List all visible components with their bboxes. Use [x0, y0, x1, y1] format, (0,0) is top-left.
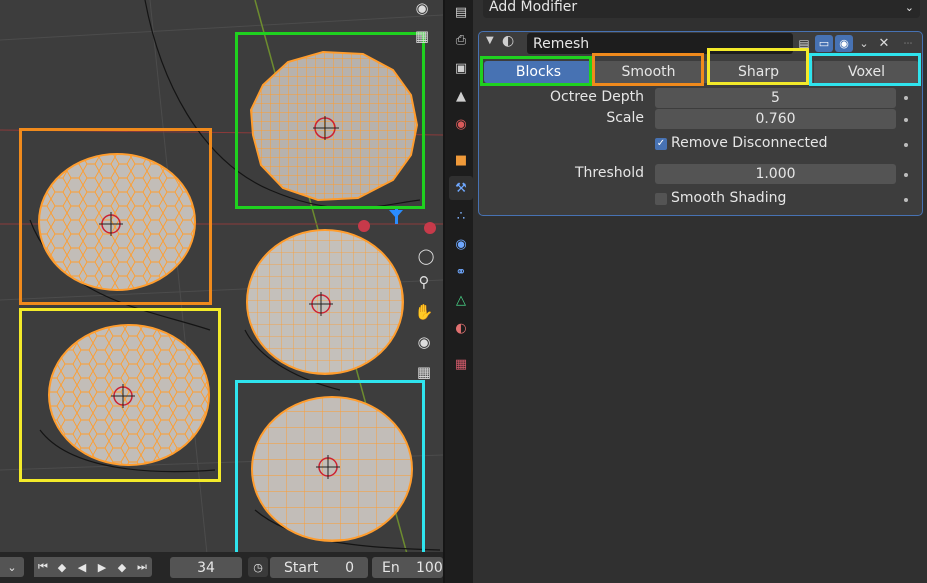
ortho-grid-icon[interactable]: ▦ [412, 360, 436, 384]
animate-property-dot[interactable] [904, 96, 908, 100]
scale-field[interactable]: 0.760 [655, 109, 896, 129]
properties-tab-strip: ▤ ⎙ ▣ ▲ ◉ ■ ⚒ ∴ ◉ ⚭ △ ◐ ▦ [443, 0, 473, 583]
jump-end-icon[interactable]: ⏭ [132, 557, 152, 577]
blocks-sphere[interactable] [243, 40, 423, 205]
remove-disconnected-label: Remove Disconnected [671, 135, 828, 151]
data-tab-icon[interactable]: △ [449, 288, 473, 312]
current-frame-value: 34 [197, 559, 215, 576]
mode-blocks-button[interactable]: Blocks [484, 61, 593, 83]
viewport-display-icon[interactable]: ▭ [815, 35, 833, 52]
modifier-header: ▼ ◐ Remesh ▤ ▭ ◉ ⌄ ✕ ⋯ [479, 32, 922, 55]
animate-property-dot[interactable] [904, 173, 908, 177]
mode-blocks-label: Blocks [515, 64, 562, 80]
timeline-bar: ⌄ ⏮ ◆ ◀ ▶ ◆ ⏭ 34 ◷ Start 0 En 100 [0, 552, 443, 583]
add-modifier-dropdown[interactable]: Add Modifier ⌄ [483, 0, 920, 18]
drag-handle-icon[interactable]: ⋯ [899, 35, 917, 52]
tool-tab-icon[interactable]: ▤ [449, 0, 473, 24]
mode-sharp-button[interactable]: Sharp [704, 61, 813, 83]
constraints-tab-icon[interactable]: ⚭ [449, 260, 473, 284]
start-label: Start [284, 559, 319, 576]
threshold-label: Threshold [575, 165, 644, 181]
add-modifier-label: Add Modifier [489, 0, 578, 15]
scale-value: 0.760 [755, 111, 796, 127]
threshold-value: 1.000 [755, 166, 796, 182]
physics-tab-icon[interactable]: ◉ [449, 232, 473, 256]
orbit-gizmo-icon[interactable]: ◯ [414, 244, 438, 268]
mode-voxel-button[interactable]: Voxel [814, 61, 919, 83]
camera-view-icon[interactable]: ◉ [410, 0, 434, 20]
voxel-sphere[interactable] [250, 395, 415, 545]
animate-property-dot[interactable] [904, 143, 908, 147]
modifier-tab-wrench-icon[interactable]: ⚒ [449, 176, 473, 200]
material-tab-icon[interactable]: ◐ [449, 316, 473, 340]
sphere-source[interactable] [245, 228, 407, 378]
modifier-name-field[interactable]: Remesh [527, 33, 793, 54]
threshold-field[interactable]: 1.000 [655, 164, 896, 184]
perspective-grid-icon[interactable]: ▦ [410, 24, 434, 48]
end-label: En [382, 559, 400, 576]
next-keyframe-icon[interactable]: ◆ [112, 557, 132, 577]
sharp-sphere[interactable] [45, 322, 215, 472]
end-frame-field[interactable]: En 100 [372, 557, 443, 578]
output-tab-icon[interactable]: ▣ [449, 56, 473, 80]
modifier-name: Remesh [533, 35, 590, 52]
properties-panel: Add Modifier ⌄ ▼ ◐ Remesh ▤ ▭ ◉ ⌄ ✕ ⋯ Bl… [473, 0, 927, 583]
end-value: 100 [416, 559, 443, 576]
particles-tab-icon[interactable]: ∴ [449, 204, 473, 228]
chevron-down-icon: ⌄ [904, 0, 914, 14]
start-value: 0 [345, 559, 354, 576]
keying-dropdown[interactable]: ⌄ [0, 557, 24, 577]
remove-disconnected-checkbox[interactable]: ✓ [655, 138, 667, 150]
animate-property-dot[interactable] [904, 118, 908, 122]
octree-depth-field[interactable]: 5 [655, 88, 896, 108]
smooth-shading-label: Smooth Shading [671, 190, 787, 206]
remesh-modifier-icon: ◐ [502, 33, 515, 49]
smooth-shading-checkbox[interactable] [655, 193, 667, 205]
mode-sharp-label: Sharp [738, 64, 779, 80]
3d-viewport[interactable]: ◉ ▦ ◯ ⚲ ✋ ◉ ▦ [0, 0, 443, 583]
mode-smooth-label: Smooth [621, 64, 676, 80]
smooth-sphere[interactable] [35, 150, 200, 295]
world-tab-icon[interactable]: ◉ [449, 112, 473, 136]
collapse-triangle-icon[interactable]: ▼ [486, 35, 494, 46]
edit-mode-icon[interactable]: ▤ [795, 35, 813, 52]
jump-start-icon[interactable]: ⏮ [34, 557, 52, 577]
octree-depth-value: 5 [771, 90, 780, 106]
start-frame-field[interactable]: Start 0 [270, 557, 368, 578]
object-tab-icon[interactable]: ■ [449, 148, 473, 172]
scale-label: Scale [606, 110, 644, 126]
clock-icon[interactable]: ◷ [248, 557, 268, 577]
pan-hand-icon[interactable]: ✋ [412, 300, 436, 324]
remesh-modifier-panel: ▼ ◐ Remesh ▤ ▭ ◉ ⌄ ✕ ⋯ Blocks Smooth Sha… [478, 31, 923, 216]
mode-smooth-button[interactable]: Smooth [594, 61, 703, 83]
view-layer-tab-icon[interactable]: ▲ [449, 84, 473, 108]
texture-tab-icon[interactable]: ▦ [449, 352, 473, 376]
render-camera-icon[interactable]: ◉ [835, 35, 853, 52]
play-icon[interactable]: ▶ [92, 557, 112, 577]
prev-keyframe-icon[interactable]: ◆ [52, 557, 72, 577]
chevron-down-icon[interactable]: ⌄ [855, 35, 873, 52]
animate-property-dot[interactable] [904, 198, 908, 202]
camera-icon[interactable]: ◉ [412, 330, 436, 354]
render-tab-icon[interactable]: ⎙ [449, 28, 473, 52]
close-icon[interactable]: ✕ [875, 35, 893, 52]
current-frame-field[interactable]: 34 [170, 557, 242, 578]
mode-voxel-label: Voxel [848, 64, 885, 80]
octree-depth-label: Octree Depth [550, 89, 644, 105]
play-reverse-icon[interactable]: ◀ [72, 557, 92, 577]
zoom-icon[interactable]: ⚲ [412, 270, 436, 294]
